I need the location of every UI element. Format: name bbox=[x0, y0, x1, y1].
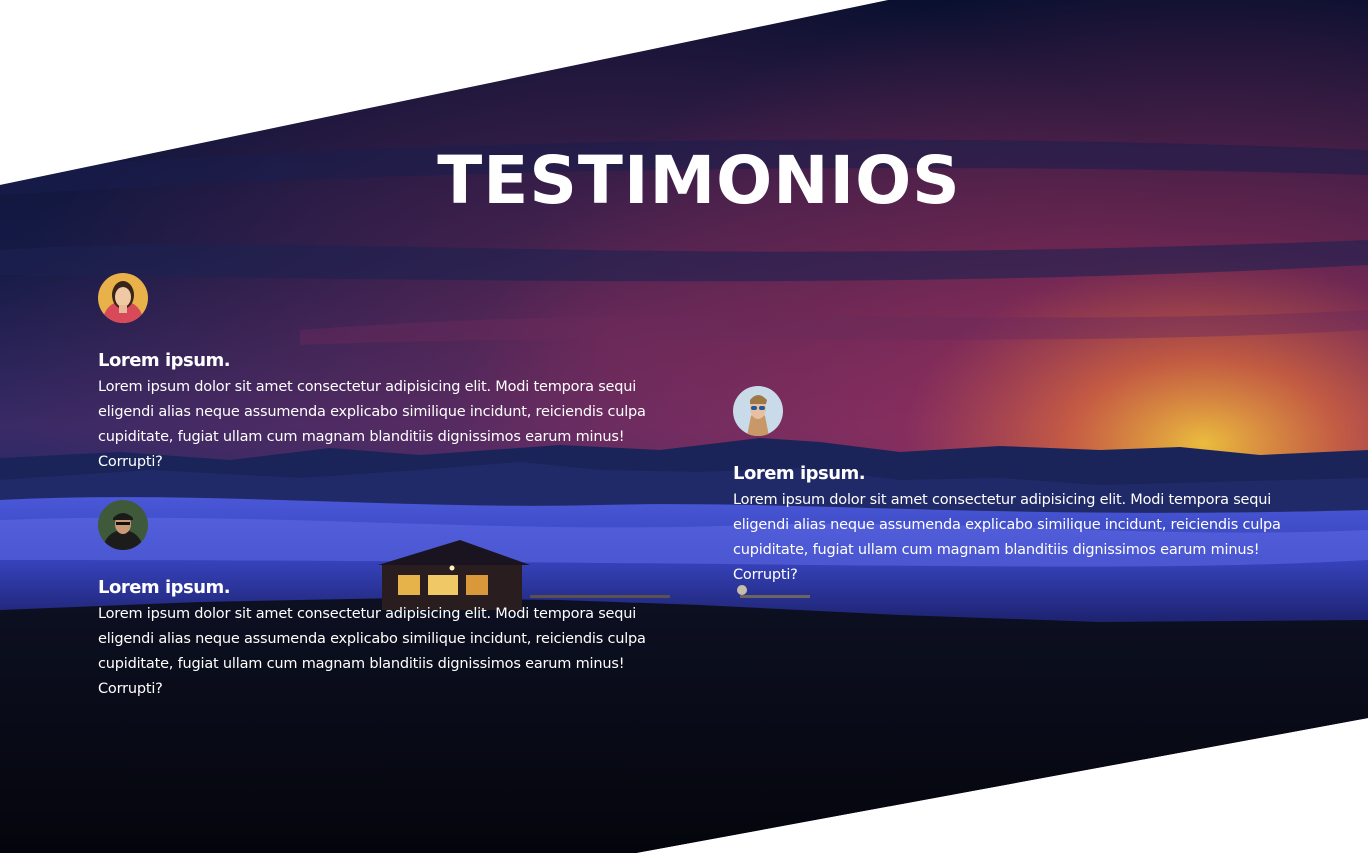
testimonial-name: Lorem ipsum. bbox=[98, 350, 231, 371]
woman-sunglasses-avatar bbox=[733, 386, 783, 436]
testimonial-text: Lorem ipsum dolor sit amet consectetur a… bbox=[733, 492, 1281, 583]
testimonials-section: TESTIMONIOS Lorem ipsum. Lorem ipsum dol… bbox=[0, 0, 1368, 853]
testimonial-card: Lorem ipsum. Lorem ipsum dolor sit amet … bbox=[98, 273, 678, 475]
testimonial-name: Lorem ipsum. bbox=[98, 577, 231, 598]
testimonial-text: Lorem ipsum dolor sit amet consectetur a… bbox=[98, 606, 646, 697]
testimonial-name: Lorem ipsum. bbox=[733, 463, 866, 484]
section-title: TESTIMONIOS bbox=[437, 142, 961, 219]
testimonial-card: Lorem ipsum. Lorem ipsum dolor sit amet … bbox=[733, 386, 1313, 588]
testimonial-card: Lorem ipsum. Lorem ipsum dolor sit amet … bbox=[98, 500, 678, 702]
testimonial-text: Lorem ipsum dolor sit amet consectetur a… bbox=[98, 379, 646, 470]
man-portrait-avatar bbox=[98, 500, 148, 550]
woman-portrait-avatar bbox=[98, 273, 148, 323]
